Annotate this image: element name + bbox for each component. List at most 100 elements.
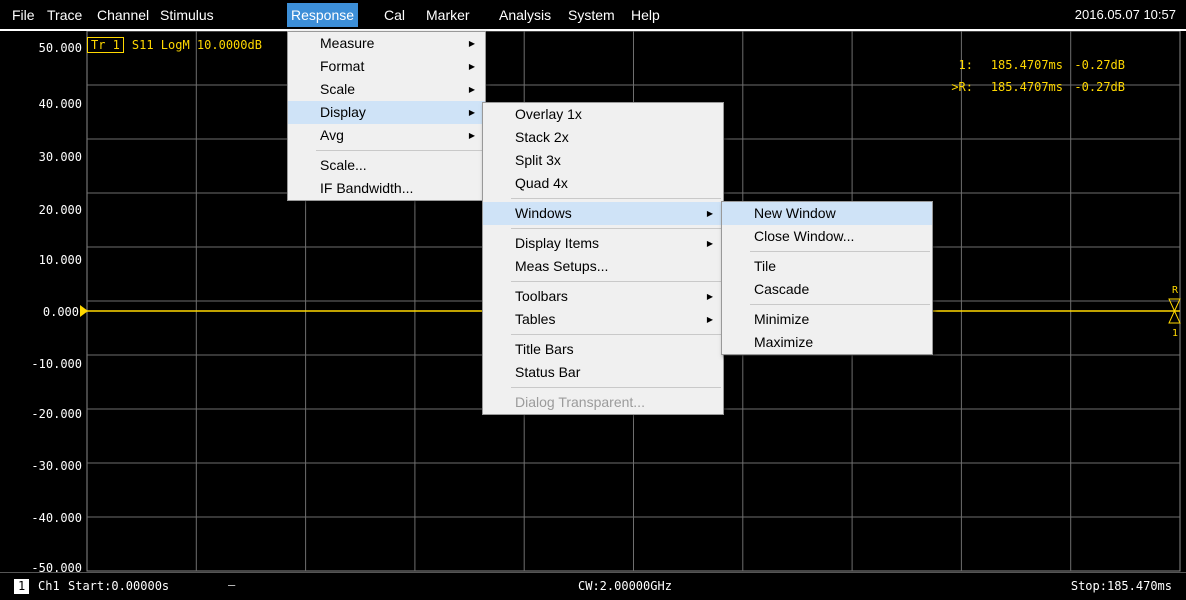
reference-level-marker[interactable] — [80, 305, 88, 317]
menu-item-if-bandwidth[interactable]: IF Bandwidth... — [288, 177, 485, 200]
start-frequency[interactable]: Start:0.00000s — [68, 579, 169, 593]
menu-analysis[interactable]: Analysis — [495, 3, 555, 27]
menu-item-label: Tile — [754, 258, 777, 274]
menu-item-tile[interactable]: Tile — [722, 255, 932, 278]
menu-item-label: Title Bars — [515, 341, 574, 357]
y-axis-label: -10.000 — [31, 357, 82, 371]
trace-info: S11 LogM 10.0000dB — [131, 38, 262, 52]
menu-system[interactable]: System — [564, 3, 619, 27]
menu-item-stack-2x[interactable]: Stack 2x — [483, 126, 723, 149]
datetime: 2016.05.07 10:57 — [1074, 7, 1176, 22]
menu-item-dialog-transparent[interactable]: Dialog Transparent... — [483, 391, 723, 414]
marker-x-value: 185.4707ms — [990, 58, 1063, 72]
menu-item-label: IF Bandwidth... — [320, 180, 414, 196]
response-menu: Measure ▶ Format ▶ Scale ▶ Display ▶ Avg ▶ Sc… — [287, 31, 486, 201]
menu-separator — [750, 251, 930, 252]
menu-item-label: Display — [320, 104, 366, 120]
menu-item-toolbars[interactable]: Toolbars ▶ — [483, 285, 723, 308]
menu-item-quad-4x[interactable]: Quad 4x — [483, 172, 723, 195]
menu-item-label: New Window — [754, 205, 836, 221]
channel-number-badge[interactable]: 1 — [14, 579, 30, 594]
menu-item-windows[interactable]: Windows ▶ — [483, 202, 723, 225]
trace-header[interactable]: Tr 1 S11 LogM 10.0000dB — [87, 37, 262, 53]
menu-item-label: Display Items — [515, 235, 600, 251]
menu-item-scale-dialog[interactable]: Scale... — [288, 154, 485, 177]
y-axis-label: 20.000 — [38, 203, 82, 217]
menu-file[interactable]: File — [8, 3, 39, 27]
menu-item-split-3x[interactable]: Split 3x — [483, 149, 723, 172]
menu-item-display-items[interactable]: Display Items ▶ — [483, 232, 723, 255]
y-axis-label: 0.000 — [42, 305, 79, 319]
menu-item-overlay-1x[interactable]: Overlay 1x — [483, 103, 723, 126]
menu-item-measure[interactable]: Measure ▶ — [288, 32, 485, 55]
menu-item-title-bars[interactable]: Title Bars — [483, 338, 723, 361]
y-axis-label: 40.000 — [38, 97, 82, 111]
y-axis-label: 50.000 — [38, 41, 82, 55]
submenu-arrow-icon: ▶ — [468, 62, 475, 71]
y-axis-label: -30.000 — [31, 459, 82, 473]
menu-trace[interactable]: Trace — [43, 3, 86, 27]
menu-item-label: Scale — [320, 81, 356, 97]
channel-label: Ch1 — [38, 579, 60, 593]
menu-item-label: Meas Setups... — [515, 258, 609, 274]
windows-submenu: New Window Close Window... Tile Cascade … — [721, 201, 933, 355]
menu-item-format[interactable]: Format ▶ — [288, 55, 485, 78]
menu-separator — [750, 304, 930, 305]
display-submenu: Overlay 1x Stack 2x Split 3x Quad 4x Win… — [482, 102, 724, 415]
menu-separator — [511, 387, 721, 388]
menu-item-label: Scale... — [320, 157, 367, 173]
status-dash: — — [228, 578, 236, 592]
menu-channel[interactable]: Channel — [93, 3, 153, 27]
menu-separator — [511, 198, 721, 199]
menu-item-label: Toolbars — [515, 288, 568, 304]
stop-value[interactable]: Stop:185.470ms — [1071, 579, 1172, 593]
marker-y-value: -0.27dB — [1074, 58, 1125, 72]
menu-help[interactable]: Help — [627, 3, 664, 27]
menu-separator — [511, 281, 721, 282]
submenu-arrow-icon: ▶ — [468, 39, 475, 48]
submenu-arrow-icon: ▶ — [468, 108, 475, 117]
menu-stimulus[interactable]: Stimulus — [156, 3, 218, 27]
menu-item-tables[interactable]: Tables ▶ — [483, 308, 723, 331]
menu-item-cascade[interactable]: Cascade — [722, 278, 932, 301]
menu-item-label: Dialog Transparent... — [515, 394, 645, 410]
menu-cal[interactable]: Cal — [380, 3, 409, 27]
menu-marker[interactable]: Marker — [422, 3, 474, 27]
menu-item-label: Close Window... — [754, 228, 855, 244]
svg-text:1: 1 — [1172, 328, 1178, 339]
menu-item-avg[interactable]: Avg ▶ — [288, 124, 485, 147]
submenu-arrow-icon: ▶ — [706, 209, 713, 218]
menu-separator — [511, 228, 721, 229]
menu-item-close-window[interactable]: Close Window... — [722, 225, 932, 248]
menu-item-label: Maximize — [754, 334, 814, 350]
marker-readout-reference: >R: 185.4707ms -0.27dB — [945, 80, 1125, 94]
y-axis-label: -40.000 — [31, 511, 82, 525]
menu-response[interactable]: Response — [287, 3, 359, 27]
menu-item-label: Split 3x — [515, 152, 561, 168]
y-axis-label: 10.000 — [38, 253, 82, 267]
marker-x-value: 185.4707ms — [990, 80, 1063, 94]
submenu-arrow-icon: ▶ — [468, 131, 475, 140]
trace-tag[interactable]: Tr 1 — [87, 37, 124, 53]
menu-item-minimize[interactable]: Minimize — [722, 308, 932, 331]
menu-item-label: Overlay 1x — [515, 106, 582, 122]
menu-item-status-bar[interactable]: Status Bar — [483, 361, 723, 384]
menu-bar: File Trace Channel Stimulus Response Cal… — [0, 0, 1186, 31]
menu-item-meas-setups[interactable]: Meas Setups... — [483, 255, 723, 278]
submenu-arrow-icon: ▶ — [706, 315, 713, 324]
menu-item-new-window[interactable]: New Window — [722, 202, 932, 225]
menu-separator — [316, 150, 483, 151]
menu-item-label: Status Bar — [515, 364, 581, 380]
menu-item-scale[interactable]: Scale ▶ — [288, 78, 485, 101]
y-axis-label: -20.000 — [31, 407, 82, 421]
submenu-arrow-icon: ▶ — [468, 85, 475, 94]
menu-item-label: Measure — [320, 35, 375, 51]
menu-item-label: Windows — [515, 205, 572, 221]
menu-item-label: Avg — [320, 127, 344, 143]
cw-frequency[interactable]: CW:2.00000GHz — [578, 579, 672, 593]
y-axis-label: 30.000 — [38, 150, 82, 164]
menu-item-display[interactable]: Display ▶ — [288, 101, 485, 124]
menu-item-label: Cascade — [754, 281, 810, 297]
menu-item-label: Quad 4x — [515, 175, 568, 191]
menu-item-maximize[interactable]: Maximize — [722, 331, 932, 354]
